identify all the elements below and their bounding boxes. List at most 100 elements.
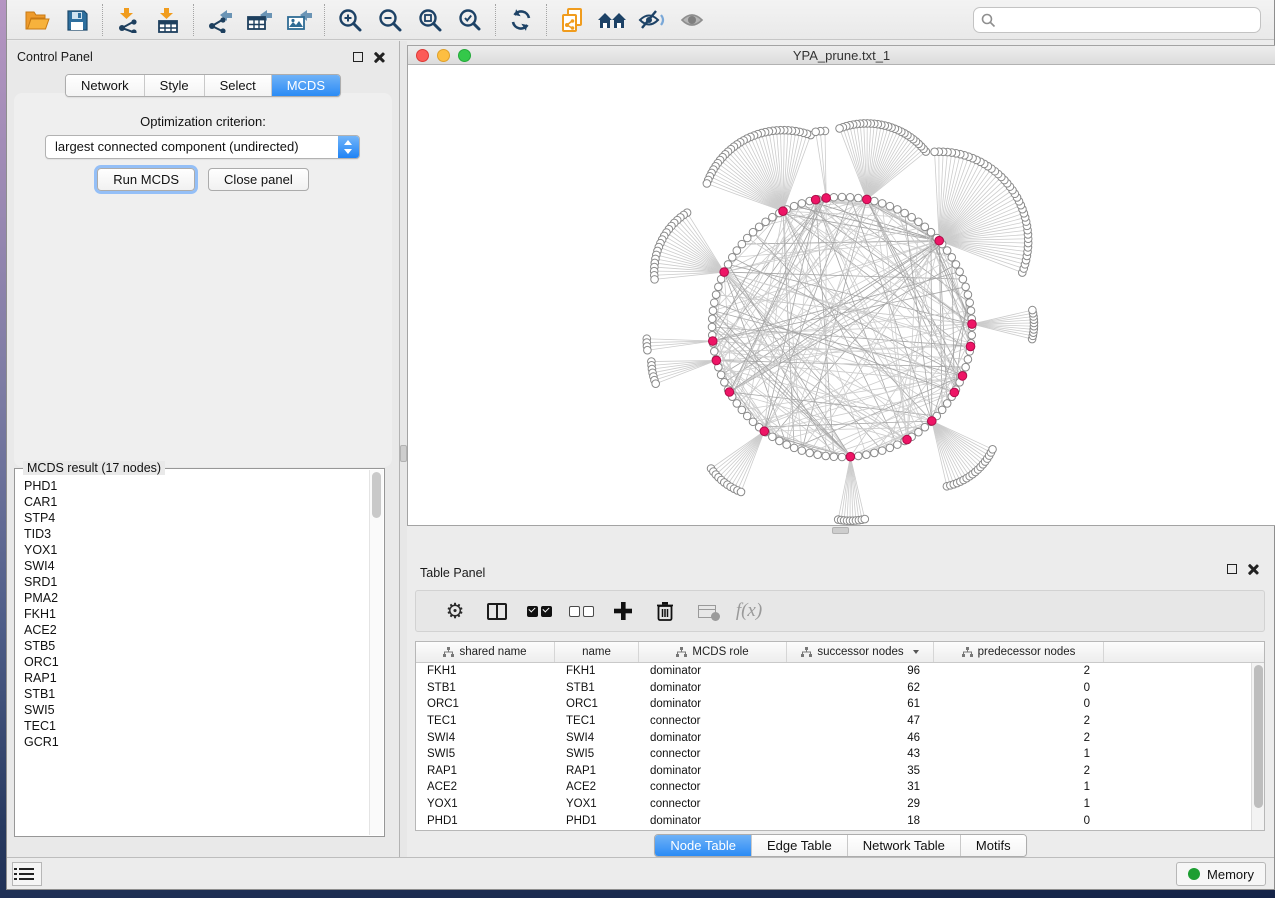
table-cell: 2 xyxy=(934,732,1104,744)
table-row[interactable]: SWI5SWI5connector431 xyxy=(416,746,1251,763)
zoom-selected-button[interactable] xyxy=(450,3,490,37)
tab-select[interactable]: Select xyxy=(204,75,271,96)
global-search[interactable] xyxy=(973,7,1261,33)
tab-style[interactable]: Style xyxy=(144,75,204,96)
mcds-result-item[interactable]: GCR1 xyxy=(24,734,369,750)
table-row[interactable]: TEC1TEC1connector472 xyxy=(416,713,1251,730)
delete-table-button[interactable] xyxy=(686,591,728,631)
splitter-grip[interactable] xyxy=(400,445,407,462)
hide-selected-button[interactable] xyxy=(632,3,672,37)
table-cell: FKH1 xyxy=(416,665,555,677)
run-mcds-button[interactable]: Run MCDS xyxy=(97,168,195,191)
table-cell: 47 xyxy=(787,715,934,727)
mcds-result-item[interactable]: PHD1 xyxy=(24,478,369,494)
show-all-button[interactable] xyxy=(672,3,712,37)
column-header-mcds-role[interactable]: MCDS role xyxy=(639,642,787,662)
result-scrollbar-thumb[interactable] xyxy=(372,472,381,518)
column-label: shared name xyxy=(459,646,526,658)
export-table-button[interactable] xyxy=(239,3,279,37)
mcds-result-item[interactable]: YOX1 xyxy=(24,542,369,558)
deselect-all-button[interactable] xyxy=(560,591,602,631)
table-row[interactable]: ACE2ACE2connector311 xyxy=(416,779,1251,796)
export-network-button[interactable] xyxy=(199,3,239,37)
mcds-result-item[interactable]: TID3 xyxy=(24,526,369,542)
splitter-grip[interactable] xyxy=(832,527,849,534)
close-panel-button[interactable]: Close panel xyxy=(208,168,309,191)
table-row[interactable]: ORC1ORC1dominator610 xyxy=(416,696,1251,713)
mcds-result-item[interactable]: ACE2 xyxy=(24,622,369,638)
trash-icon xyxy=(656,601,674,621)
table-row[interactable]: RAP1RAP1dominator352 xyxy=(416,763,1251,780)
add-column-button[interactable] xyxy=(602,591,644,631)
import-table-button[interactable] xyxy=(148,3,188,37)
zoom-in-button[interactable] xyxy=(330,3,370,37)
network-titlebar[interactable]: YPA_prune.txt_1 xyxy=(408,46,1275,65)
mcds-result-item[interactable]: SWI4 xyxy=(24,558,369,574)
result-scrollbar[interactable] xyxy=(369,470,383,835)
zoom-window-icon[interactable] xyxy=(458,49,471,62)
close-panel-icon[interactable] xyxy=(373,52,384,63)
refresh-layout-button[interactable] xyxy=(501,3,541,37)
float-panel-icon[interactable] xyxy=(1227,564,1237,574)
float-panel-icon[interactable] xyxy=(353,52,363,62)
mcds-result-item[interactable]: PMA2 xyxy=(24,590,369,606)
export-table-icon xyxy=(245,7,273,33)
clone-network-button[interactable] xyxy=(552,3,592,37)
tab-network-table[interactable]: Network Table xyxy=(847,835,960,856)
table-row[interactable]: STB1STB1dominator620 xyxy=(416,680,1251,697)
table-scrollbar-thumb[interactable] xyxy=(1254,665,1263,808)
selected-option: largest connected component (undirected) xyxy=(55,139,299,154)
table-scrollbar[interactable] xyxy=(1251,663,1264,830)
tab-node-table[interactable]: Node Table xyxy=(655,835,751,856)
optimization-criterion-select[interactable]: largest connected component (undirected) xyxy=(45,135,360,159)
show-columns-button[interactable] xyxy=(476,591,518,631)
mcds-result-item[interactable]: CAR1 xyxy=(24,494,369,510)
column-header-predecessor-nodes[interactable]: predecessor nodes xyxy=(934,642,1104,662)
mcds-result-item[interactable]: FKH1 xyxy=(24,606,369,622)
tab-edge-table[interactable]: Edge Table xyxy=(751,835,847,856)
close-panel-icon[interactable] xyxy=(1247,564,1258,575)
mcds-result-item[interactable]: SRD1 xyxy=(24,574,369,590)
table-options-button[interactable]: ⚙ xyxy=(434,591,476,631)
zoom-fit-button[interactable] xyxy=(410,3,450,37)
tab-network[interactable]: Network xyxy=(66,75,144,96)
column-header-name[interactable]: name xyxy=(555,642,639,662)
mcds-result-item[interactable]: STB1 xyxy=(24,686,369,702)
table-row[interactable]: PHD1PHD1dominator180 xyxy=(416,812,1251,829)
mcds-result-item[interactable]: SWI5 xyxy=(24,702,369,718)
function-builder-button[interactable]: f(x) xyxy=(728,591,770,631)
mcds-result-item[interactable]: STP4 xyxy=(24,510,369,526)
table-row[interactable]: FKH1FKH1dominator962 xyxy=(416,663,1251,680)
table-cell: dominator xyxy=(639,732,787,744)
column-header-shared-name[interactable]: shared name xyxy=(416,642,555,662)
save-session-button[interactable] xyxy=(57,3,97,37)
select-all-button[interactable] xyxy=(518,591,560,631)
vertical-splitter[interactable] xyxy=(400,41,407,857)
columns-icon xyxy=(487,603,507,620)
delete-column-button[interactable] xyxy=(644,591,686,631)
import-network-button[interactable] xyxy=(108,3,148,37)
minimize-window-icon[interactable] xyxy=(437,49,450,62)
table-row[interactable]: SWI4SWI4dominator462 xyxy=(416,729,1251,746)
table-cell: YOX1 xyxy=(416,798,555,810)
mcds-result-list[interactable]: PHD1CAR1STP4TID3YOX1SWI4SRD1PMA2FKH1ACE2… xyxy=(16,470,369,835)
open-file-button[interactable] xyxy=(17,3,57,37)
memory-button[interactable]: Memory xyxy=(1176,862,1266,886)
zoom-out-button[interactable] xyxy=(370,3,410,37)
table-cell: dominator xyxy=(639,682,787,694)
network-canvas[interactable] xyxy=(408,66,1275,525)
mcds-result-item[interactable]: RAP1 xyxy=(24,670,369,686)
mcds-result-item[interactable]: TEC1 xyxy=(24,718,369,734)
mcds-result-item[interactable]: STB5 xyxy=(24,638,369,654)
horizontal-splitter[interactable] xyxy=(407,526,1274,534)
table-row[interactable]: YOX1YOX1connector291 xyxy=(416,796,1251,813)
tab-mcds[interactable]: MCDS xyxy=(271,75,340,96)
column-header-successor-nodes[interactable]: successor nodes xyxy=(787,642,934,662)
close-window-icon[interactable] xyxy=(416,49,429,62)
mcds-result-item[interactable]: ORC1 xyxy=(24,654,369,670)
first-neighbors-button[interactable] xyxy=(592,3,632,37)
export-image-button[interactable] xyxy=(279,3,319,37)
search-input[interactable] xyxy=(1001,13,1260,28)
tab-motifs[interactable]: Motifs xyxy=(960,835,1026,856)
show-log-button[interactable] xyxy=(12,862,42,886)
